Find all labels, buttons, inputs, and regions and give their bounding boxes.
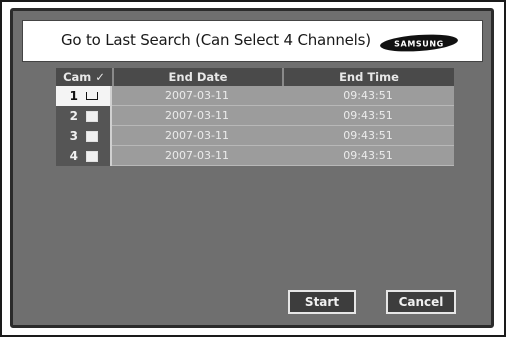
end-date-cell: 2007-03-11 <box>112 146 282 166</box>
table-header: Cam ✓ End Date End Time <box>56 68 454 86</box>
cam-number: 3 <box>69 129 78 143</box>
end-date-cell: 2007-03-11 <box>112 126 282 146</box>
cam-select-cell[interactable]: 4 <box>56 146 112 166</box>
svg-text:SAMSUNG: SAMSUNG <box>394 40 444 49</box>
end-date-cell: 2007-03-11 <box>112 106 282 126</box>
cam-number: 2 <box>69 109 78 123</box>
table-row[interactable]: 1 2007-03-11 09:43:51 <box>56 86 454 106</box>
cam-select-cell[interactable]: 1 <box>56 86 112 106</box>
header-end-time: End Time <box>282 68 454 86</box>
end-time-cell: 09:43:51 <box>282 86 454 106</box>
header-end-date: End Date <box>112 68 282 86</box>
cam-checkbox[interactable] <box>86 150 98 162</box>
table-row[interactable]: 4 2007-03-11 09:43:51 <box>56 146 454 166</box>
end-date-cell: 2007-03-11 <box>112 86 282 106</box>
end-time-cell: 09:43:51 <box>282 106 454 126</box>
cam-number: 4 <box>69 149 78 163</box>
table-row[interactable]: 2 2007-03-11 09:43:51 <box>56 106 454 126</box>
end-time-cell: 09:43:51 <box>282 146 454 166</box>
cam-checkbox[interactable] <box>86 110 98 122</box>
search-table: Cam ✓ End Date End Time 1 2007-03-11 09:… <box>56 68 454 166</box>
title-bar: Go to Last Search (Can Select 4 Channels… <box>22 20 483 62</box>
cancel-button[interactable]: Cancel <box>386 290 456 314</box>
samsung-logo: SAMSUNG <box>379 34 459 52</box>
start-button[interactable]: Start <box>288 290 356 314</box>
cam-checkbox[interactable] <box>86 130 98 142</box>
end-time-cell: 09:43:51 <box>282 126 454 146</box>
cam-select-cell[interactable]: 3 <box>56 126 112 146</box>
table-row[interactable]: 3 2007-03-11 09:43:51 <box>56 126 454 146</box>
header-cam[interactable]: Cam ✓ <box>56 68 112 86</box>
cam-select-cell[interactable]: 2 <box>56 106 112 126</box>
dialog-title: Go to Last Search (Can Select 4 Channels… <box>61 31 371 49</box>
cam-number: 1 <box>69 89 78 103</box>
cam-checkbox[interactable] <box>86 92 98 100</box>
